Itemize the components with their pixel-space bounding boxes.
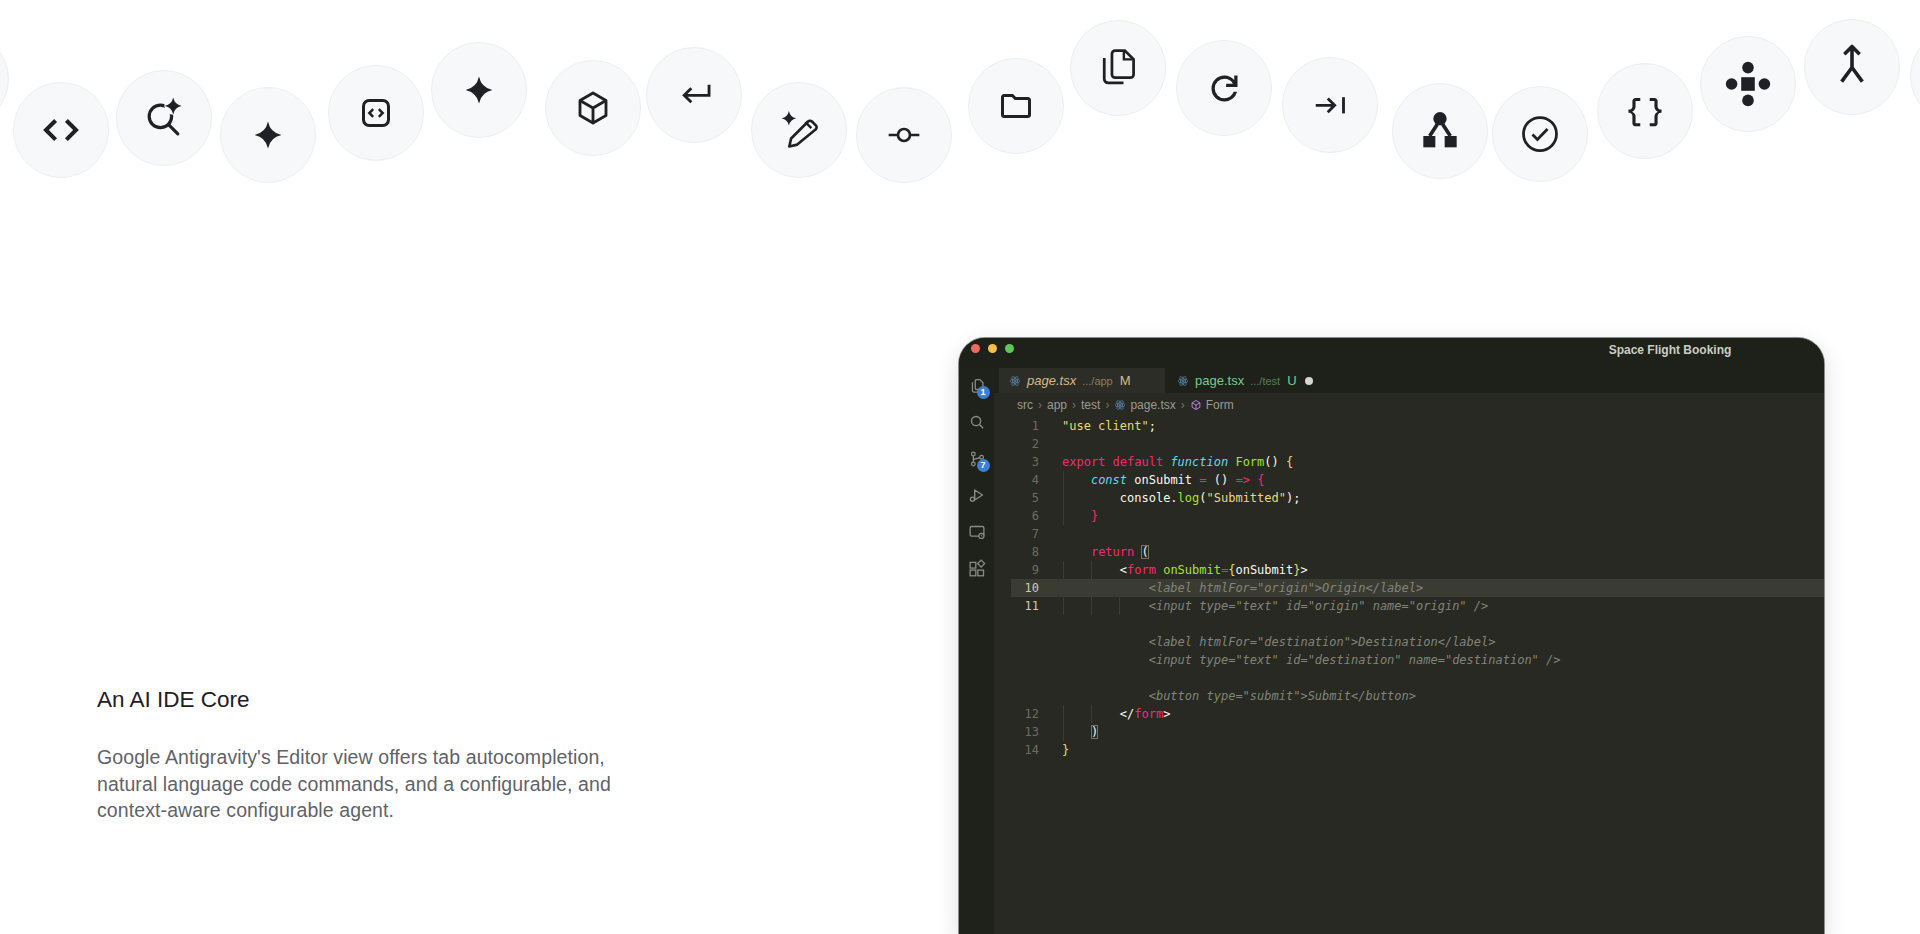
tab-dir: .../app — [1082, 375, 1113, 387]
line-number: 10 — [989, 579, 1039, 597]
float-braces-circle — [1597, 63, 1693, 159]
merge-up-icon — [1825, 40, 1879, 94]
float-sparkle-small-circle — [220, 87, 316, 183]
sparkle-icon — [465, 76, 493, 104]
tab-filename: page.tsx — [1027, 373, 1076, 388]
section-description: Google Antigravity's Editor view offers … — [97, 744, 611, 824]
code-line: } — [1062, 507, 1098, 525]
float-return-arrow-circle — [646, 47, 742, 143]
code-line: <label htmlFor="destination">Destination… — [1062, 633, 1495, 651]
line-number: 2 — [989, 435, 1039, 453]
code-line: } — [1062, 741, 1069, 759]
commit-icon — [884, 115, 924, 155]
code-line: <input type="text" id="destination" name… — [1062, 651, 1561, 669]
tab-dir: .../test — [1250, 375, 1280, 387]
drag-dots-icon — [1724, 60, 1772, 108]
line-number: 7 — [989, 525, 1039, 543]
line-number: 12 — [989, 705, 1039, 723]
float-folder-circle — [968, 58, 1064, 154]
code-line: </form> — [1062, 705, 1170, 723]
code-box-icon — [356, 93, 396, 133]
return-arrow-icon — [675, 76, 713, 114]
float-graph-circle — [1392, 83, 1488, 179]
graph-icon — [1420, 111, 1460, 151]
float-search-sparkle-circle — [116, 70, 212, 166]
page: An AI IDE Core Google Antigravity's Edit… — [0, 0, 1920, 934]
line-number: 9 — [989, 561, 1039, 579]
edit-sparkle-icon — [775, 106, 824, 155]
line-number: 6 — [989, 507, 1039, 525]
float-edit-sparkle-circle — [751, 82, 847, 178]
line-number: 13 — [989, 723, 1039, 741]
float-code-box-circle — [328, 65, 424, 161]
line-number: 4 — [989, 471, 1039, 489]
code-editor[interactable]: 1 "use client"; 23 export default function … — [959, 338, 1824, 934]
float-drag-dots-circle — [1700, 36, 1796, 132]
float-partial-left-circle — [0, 31, 9, 127]
search-sparkle-icon — [140, 94, 188, 142]
tab-filename: page.tsx — [1195, 373, 1244, 388]
code-icon — [36, 105, 86, 155]
float-merge-up-circle — [1804, 19, 1900, 115]
code-line: <form onSubmit={onSubmit}> — [1062, 561, 1308, 579]
braces-icon — [1618, 84, 1672, 138]
cube-icon — [573, 88, 613, 128]
float-partial-right-circle — [1910, 28, 1920, 124]
check-circle-icon — [1518, 112, 1562, 156]
line-number: 14 — [989, 741, 1039, 759]
float-check-circle-circle — [1492, 86, 1588, 182]
code-line: return ( — [1062, 543, 1149, 561]
float-copy-circle — [1070, 20, 1166, 116]
float-commit-circle — [856, 87, 952, 183]
float-cube-circle — [545, 60, 641, 156]
code-line: export default function Form() { — [1062, 453, 1293, 471]
code-line: <label htmlFor="origin">Origin</label> — [1062, 579, 1423, 597]
code-line: <button type="submit">Submit</button> — [1062, 687, 1416, 705]
tab-page-tsx-test[interactable]: page.tsx .../test U — [1167, 368, 1331, 393]
code-line: ) — [1062, 723, 1098, 741]
line-number: 8 — [989, 543, 1039, 561]
float-sparkle-circle — [431, 42, 527, 138]
sparkle-small-icon — [254, 121, 282, 149]
float-code-circle — [13, 82, 109, 178]
folder-icon — [998, 88, 1034, 124]
react-icon — [1177, 375, 1189, 387]
unsaved-dot — [1305, 377, 1313, 385]
tab-git-badge: U — [1287, 373, 1296, 388]
line-number: 5 — [989, 489, 1039, 507]
float-refresh-circle — [1176, 40, 1272, 136]
code-line: const onSubmit = () => { — [1062, 471, 1264, 489]
tab-page-tsx-app[interactable]: page.tsx .../app M — [999, 368, 1165, 393]
code-line: <input type="text" id="origin" name="ori… — [1062, 597, 1488, 615]
code-line: console.log("Submitted"); — [1062, 489, 1300, 507]
copy-icon — [1096, 46, 1140, 90]
float-tab-arrow-circle — [1282, 57, 1378, 153]
refresh-icon — [1205, 69, 1244, 108]
section-heading: An AI IDE Core — [97, 686, 250, 714]
line-number: 3 — [989, 453, 1039, 471]
tab-git-badge: M — [1120, 373, 1131, 388]
line-number: 1 — [989, 417, 1039, 435]
tab-arrow-icon — [1312, 87, 1348, 123]
editor-window: Space Flight Booking 17 page.tsx .../app… — [959, 338, 1824, 934]
line-number: 11 — [989, 597, 1039, 615]
react-icon — [1009, 375, 1021, 387]
code-line: "use client"; — [1062, 417, 1156, 435]
